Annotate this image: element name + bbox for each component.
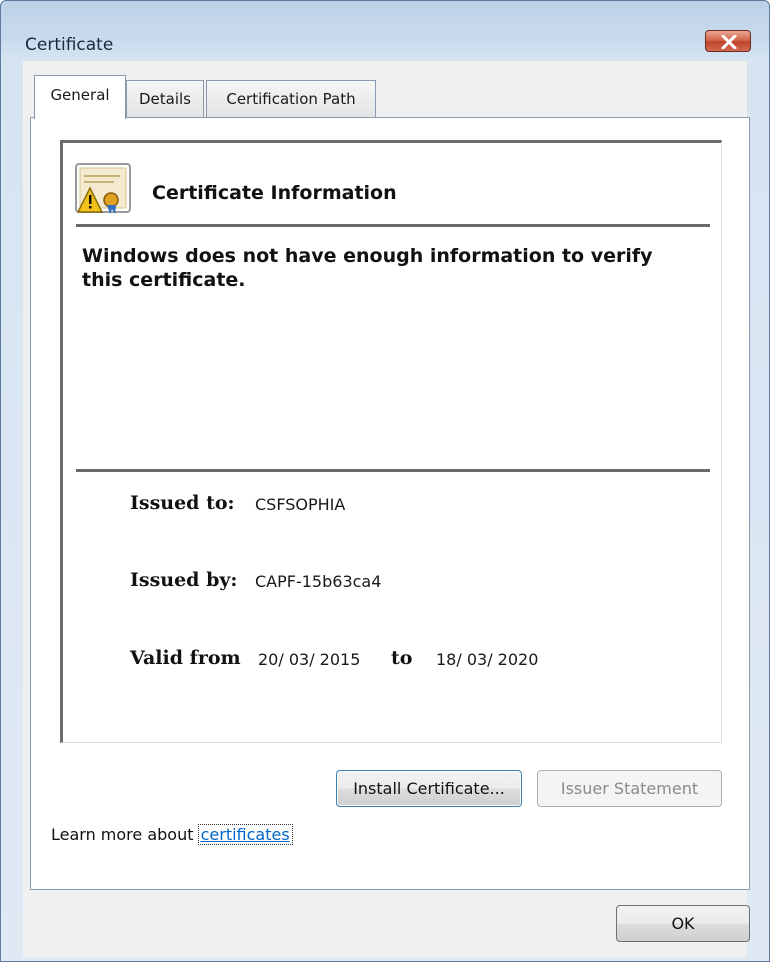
valid-from-label: Valid from (130, 647, 241, 669)
valid-from-value: 20/ 03/ 2015 (258, 650, 361, 669)
install-certificate-button[interactable]: Install Certificate... (336, 770, 522, 807)
close-button[interactable] (705, 30, 751, 52)
ok-button[interactable]: OK (616, 905, 750, 942)
verification-warning-text: Windows does not have enough information… (82, 245, 653, 291)
issued-by-value: CAPF-15b63ca4 (255, 572, 382, 591)
tab-details-label: Details (138, 90, 191, 108)
details-divider (76, 469, 710, 472)
heading-divider (76, 224, 710, 227)
close-icon (721, 35, 737, 49)
issued-to-label: Issued to: (130, 492, 235, 514)
ok-label: OK (671, 914, 695, 933)
certificate-warning-icon (75, 163, 131, 214)
learn-more-prefix: Learn more about (51, 825, 199, 844)
valid-to-label: to (391, 647, 413, 669)
tab-certification-path-label: Certification Path (226, 90, 356, 108)
certificate-info-heading: Certificate Information (152, 182, 397, 204)
window-title: Certificate (25, 35, 114, 55)
issued-by-label: Issued by: (130, 569, 238, 591)
issuer-statement-label: Issuer Statement (560, 779, 699, 798)
tab-general[interactable]: General (34, 75, 126, 119)
certificates-link[interactable]: certificates (197, 824, 293, 845)
learn-more-text: Learn more about certificates (51, 824, 293, 845)
issued-to-value: CSFSOPHIA (255, 495, 346, 514)
issuer-statement-button[interactable]: Issuer Statement (537, 770, 722, 807)
install-certificate-label: Install Certificate... (353, 779, 505, 798)
title-bar[interactable]: Certificate (1, 1, 769, 61)
tab-general-label: General (50, 86, 110, 104)
tab-details[interactable]: Details (126, 80, 204, 117)
tab-certification-path[interactable]: Certification Path (206, 80, 376, 117)
valid-to-value: 18/ 03/ 2020 (436, 650, 539, 669)
